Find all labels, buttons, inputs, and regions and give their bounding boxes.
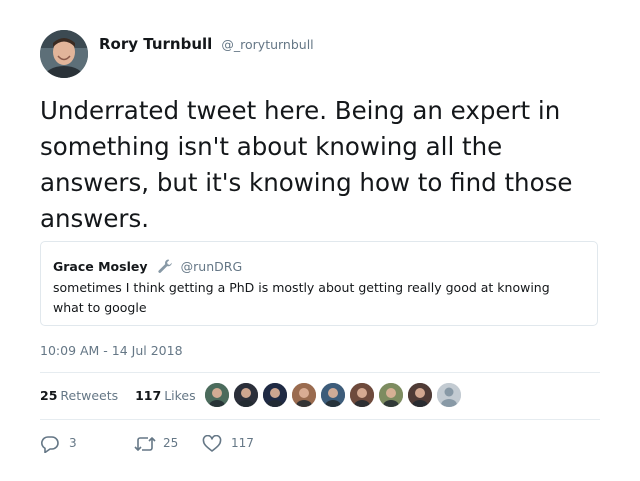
- tweet-text: Underrated tweet here. Being an expert i…: [40, 96, 573, 233]
- default-avatar-icon[interactable]: [436, 382, 462, 408]
- liker-avatar-icon[interactable]: [291, 382, 317, 408]
- author-handle[interactable]: @_roryturnbull: [221, 37, 313, 52]
- quoted-author-handle: @runDRG: [180, 259, 243, 274]
- quoted-tweet[interactable]: Grace Mosley @runDRG sometimes I think g…: [40, 241, 598, 326]
- author-avatar[interactable]: [40, 30, 88, 78]
- divider: [40, 372, 600, 373]
- liker-avatar-icon[interactable]: [349, 382, 375, 408]
- liker-avatar-icon[interactable]: [233, 382, 259, 408]
- retweet-icon: [134, 437, 156, 451]
- tweet-timestamp[interactable]: 10:09 AM - 14 Jul 2018: [40, 343, 183, 358]
- reply-count: 3: [69, 436, 77, 450]
- liker-avatar-icon[interactable]: [407, 382, 433, 408]
- quoted-tweet-text: sometimes I think getting a PhD is mostl…: [53, 280, 550, 315]
- author-name[interactable]: Rory Turnbull: [99, 35, 212, 53]
- retweets-stat[interactable]: 25 Retweets: [40, 388, 122, 403]
- retweets-count: 25: [40, 388, 58, 403]
- likes-stat[interactable]: 117 Likes: [135, 388, 196, 403]
- likes-count: 117: [135, 388, 162, 403]
- divider: [40, 419, 600, 420]
- liker-avatar-icon[interactable]: [378, 382, 404, 408]
- retweets-label: Retweets: [60, 388, 119, 403]
- heart-icon: [202, 435, 222, 452]
- liker-avatar-icon[interactable]: [262, 382, 288, 408]
- liker-avatar-icon[interactable]: [320, 382, 346, 408]
- like-count: 117: [231, 436, 254, 450]
- wrench-icon: [157, 258, 173, 278]
- quoted-author-name: Grace Mosley: [53, 259, 148, 274]
- retweet-count: 25: [163, 436, 179, 450]
- profile-photo-icon: [40, 30, 88, 78]
- reply-icon: [41, 436, 59, 453]
- liker-avatar-icon[interactable]: [204, 382, 230, 408]
- tweet-stats: 25 Retweets 117 Likes: [40, 388, 196, 403]
- likes-label: Likes: [164, 388, 196, 403]
